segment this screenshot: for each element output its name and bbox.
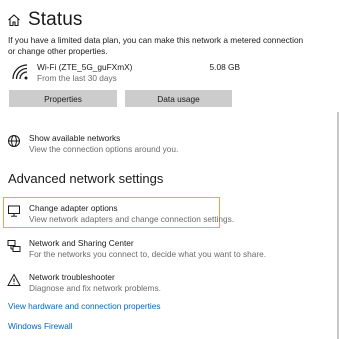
show-networks-title: Show available networks [29,133,121,143]
wifi-icon [12,64,28,80]
page-title: Status [28,9,83,30]
windows-firewall-link[interactable]: Windows Firewall [8,321,73,331]
sharing-desc: For the networks you connect to, decide … [29,249,267,259]
data-usage-button[interactable]: Data usage [125,90,232,107]
sharing-title: Network and Sharing Center [29,238,134,248]
troubleshooter-desc: Diagnose and fix network problems. [29,283,161,293]
network-usage: 5.08 GB [209,62,240,72]
globe-network-icon [8,135,20,147]
view-hardware-link[interactable]: View hardware and connection properties [8,301,161,311]
warning-triangle-icon [7,273,21,286]
show-networks-desc: View the connection options around you. [29,144,179,154]
adapter-desc: View network adapters and change connect… [29,214,235,224]
sharing-center-icon [7,240,21,252]
network-name: Wi-Fi (ZTE_5G_guFXmX) [37,62,133,72]
network-summary: Wi-Fi (ZTE_5G_guFXmX) From the last 30 d… [10,61,240,87]
home-icon[interactable] [7,13,21,27]
adapter-title: Change adapter options [29,203,118,213]
troubleshooter-title: Network troubleshooter [29,272,115,282]
advanced-settings-heading: Advanced network settings [8,171,164,186]
intro-text: If you have a limited data plan, you can… [8,35,304,56]
page-header: Status [7,7,82,33]
network-period: From the last 30 days [37,73,117,83]
adapter-monitor-icon [8,205,20,217]
properties-button[interactable]: Properties [9,90,117,107]
